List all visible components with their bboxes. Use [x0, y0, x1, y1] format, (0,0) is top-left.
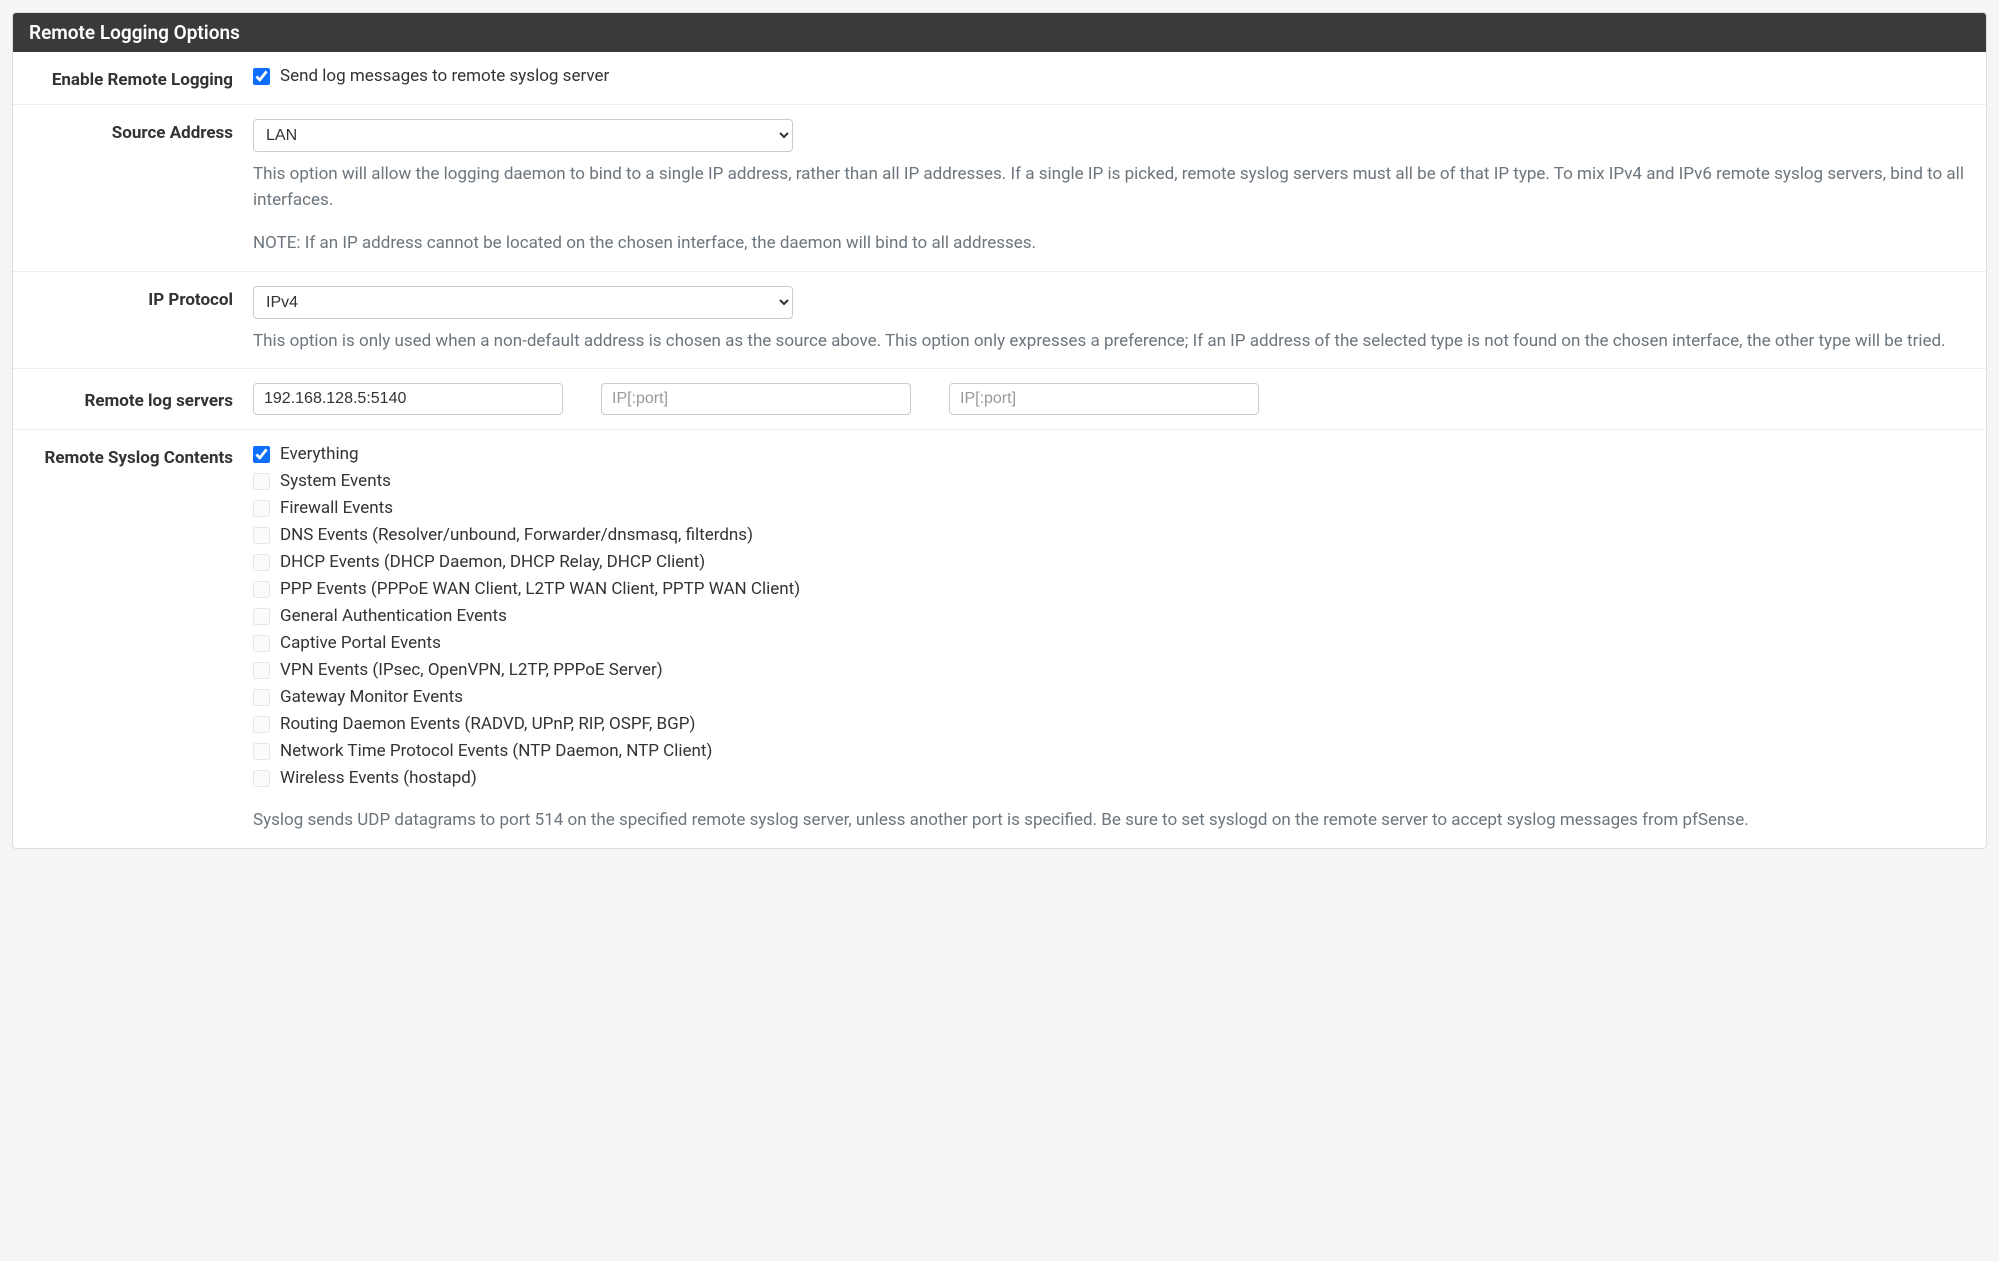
syslog-contents-list: Everything System Events Firewall Events DN…: [253, 444, 1966, 788]
syslog-content-label: Wireless Events (hostapd): [280, 768, 477, 788]
remote-log-server-1-input[interactable]: [253, 383, 563, 415]
syslog-content-item: General Authentication Events: [253, 606, 1966, 626]
syslog-content-item: Gateway Monitor Events: [253, 687, 1966, 707]
syslog-content-checkbox-4: [253, 554, 270, 571]
syslog-content-checkbox-12: [253, 770, 270, 787]
remote-log-servers-group: [253, 383, 1966, 415]
syslog-content-label: Network Time Protocol Events (NTP Daemon…: [280, 741, 712, 761]
syslog-content-label: Captive Portal Events: [280, 633, 441, 653]
syslog-content-label: Routing Daemon Events (RADVD, UPnP, RIP,…: [280, 714, 695, 734]
label-remote-syslog-contents: Remote Syslog Contents: [13, 444, 253, 834]
syslog-content-item: Captive Portal Events: [253, 633, 1966, 653]
syslog-content-checkbox-9: [253, 689, 270, 706]
label-enable-remote-logging: Enable Remote Logging: [13, 66, 253, 90]
syslog-content-item: Firewall Events: [253, 498, 1966, 518]
row-remote-syslog-contents: Remote Syslog Contents Everything System …: [13, 430, 1986, 848]
remote-logging-panel: Remote Logging Options Enable Remote Log…: [12, 12, 1987, 849]
syslog-content-item: PPP Events (PPPoE WAN Client, L2TP WAN C…: [253, 579, 1966, 599]
syslog-content-checkbox-0[interactable]: [253, 446, 270, 463]
syslog-content-label: DNS Events (Resolver/unbound, Forwarder/…: [280, 525, 753, 545]
syslog-content-label: VPN Events (IPsec, OpenVPN, L2TP, PPPoE …: [280, 660, 663, 680]
syslog-content-item: Network Time Protocol Events (NTP Daemon…: [253, 741, 1966, 761]
syslog-content-item: System Events: [253, 471, 1966, 491]
ip-protocol-select[interactable]: IPv4: [253, 286, 793, 319]
source-address-select[interactable]: LAN: [253, 119, 793, 152]
label-ip-protocol: IP Protocol: [13, 286, 253, 355]
syslog-content-item: Everything: [253, 444, 1966, 464]
panel-title: Remote Logging Options: [13, 13, 1986, 52]
label-source-address: Source Address: [13, 119, 253, 257]
remote-log-server-2-input[interactable]: [601, 383, 911, 415]
syslog-content-checkbox-10: [253, 716, 270, 733]
syslog-content-checkbox-2: [253, 500, 270, 517]
label-remote-log-servers: Remote log servers: [13, 383, 253, 415]
syslog-content-label: DHCP Events (DHCP Daemon, DHCP Relay, DH…: [280, 552, 705, 572]
syslog-content-item: DNS Events (Resolver/unbound, Forwarder/…: [253, 525, 1966, 545]
syslog-content-checkbox-11: [253, 743, 270, 760]
row-ip-protocol: IP Protocol IPv4 This option is only use…: [13, 272, 1986, 370]
syslog-content-checkbox-1: [253, 473, 270, 490]
syslog-content-label: Everything: [280, 444, 359, 464]
syslog-content-item: Routing Daemon Events (RADVD, UPnP, RIP,…: [253, 714, 1966, 734]
source-address-help: This option will allow the logging daemo…: [253, 162, 1966, 257]
syslog-content-label: Firewall Events: [280, 498, 393, 518]
syslog-content-label: PPP Events (PPPoE WAN Client, L2TP WAN C…: [280, 579, 800, 599]
syslog-content-checkbox-3: [253, 527, 270, 544]
enable-remote-logging-checkbox-line: Send log messages to remote syslog serve…: [253, 66, 1966, 86]
syslog-content-checkbox-5: [253, 581, 270, 598]
row-remote-log-servers: Remote log servers: [13, 369, 1986, 430]
syslog-content-label: System Events: [280, 471, 391, 491]
ip-protocol-help: This option is only used when a non-defa…: [253, 329, 1966, 355]
enable-remote-logging-checkbox[interactable]: [253, 68, 270, 85]
syslog-content-item: DHCP Events (DHCP Daemon, DHCP Relay, DH…: [253, 552, 1966, 572]
syslog-content-item: Wireless Events (hostapd): [253, 768, 1966, 788]
syslog-content-checkbox-7: [253, 635, 270, 652]
syslog-content-label: Gateway Monitor Events: [280, 687, 463, 707]
syslog-content-label: General Authentication Events: [280, 606, 507, 626]
syslog-contents-help: Syslog sends UDP datagrams to port 514 o…: [253, 808, 1966, 834]
remote-log-server-3-input[interactable]: [949, 383, 1259, 415]
row-source-address: Source Address LAN This option will allo…: [13, 105, 1986, 272]
syslog-content-checkbox-6: [253, 608, 270, 625]
row-enable-remote-logging: Enable Remote Logging Send log messages …: [13, 52, 1986, 105]
syslog-content-checkbox-8: [253, 662, 270, 679]
enable-remote-logging-checkbox-label: Send log messages to remote syslog serve…: [280, 66, 609, 86]
syslog-content-item: VPN Events (IPsec, OpenVPN, L2TP, PPPoE …: [253, 660, 1966, 680]
